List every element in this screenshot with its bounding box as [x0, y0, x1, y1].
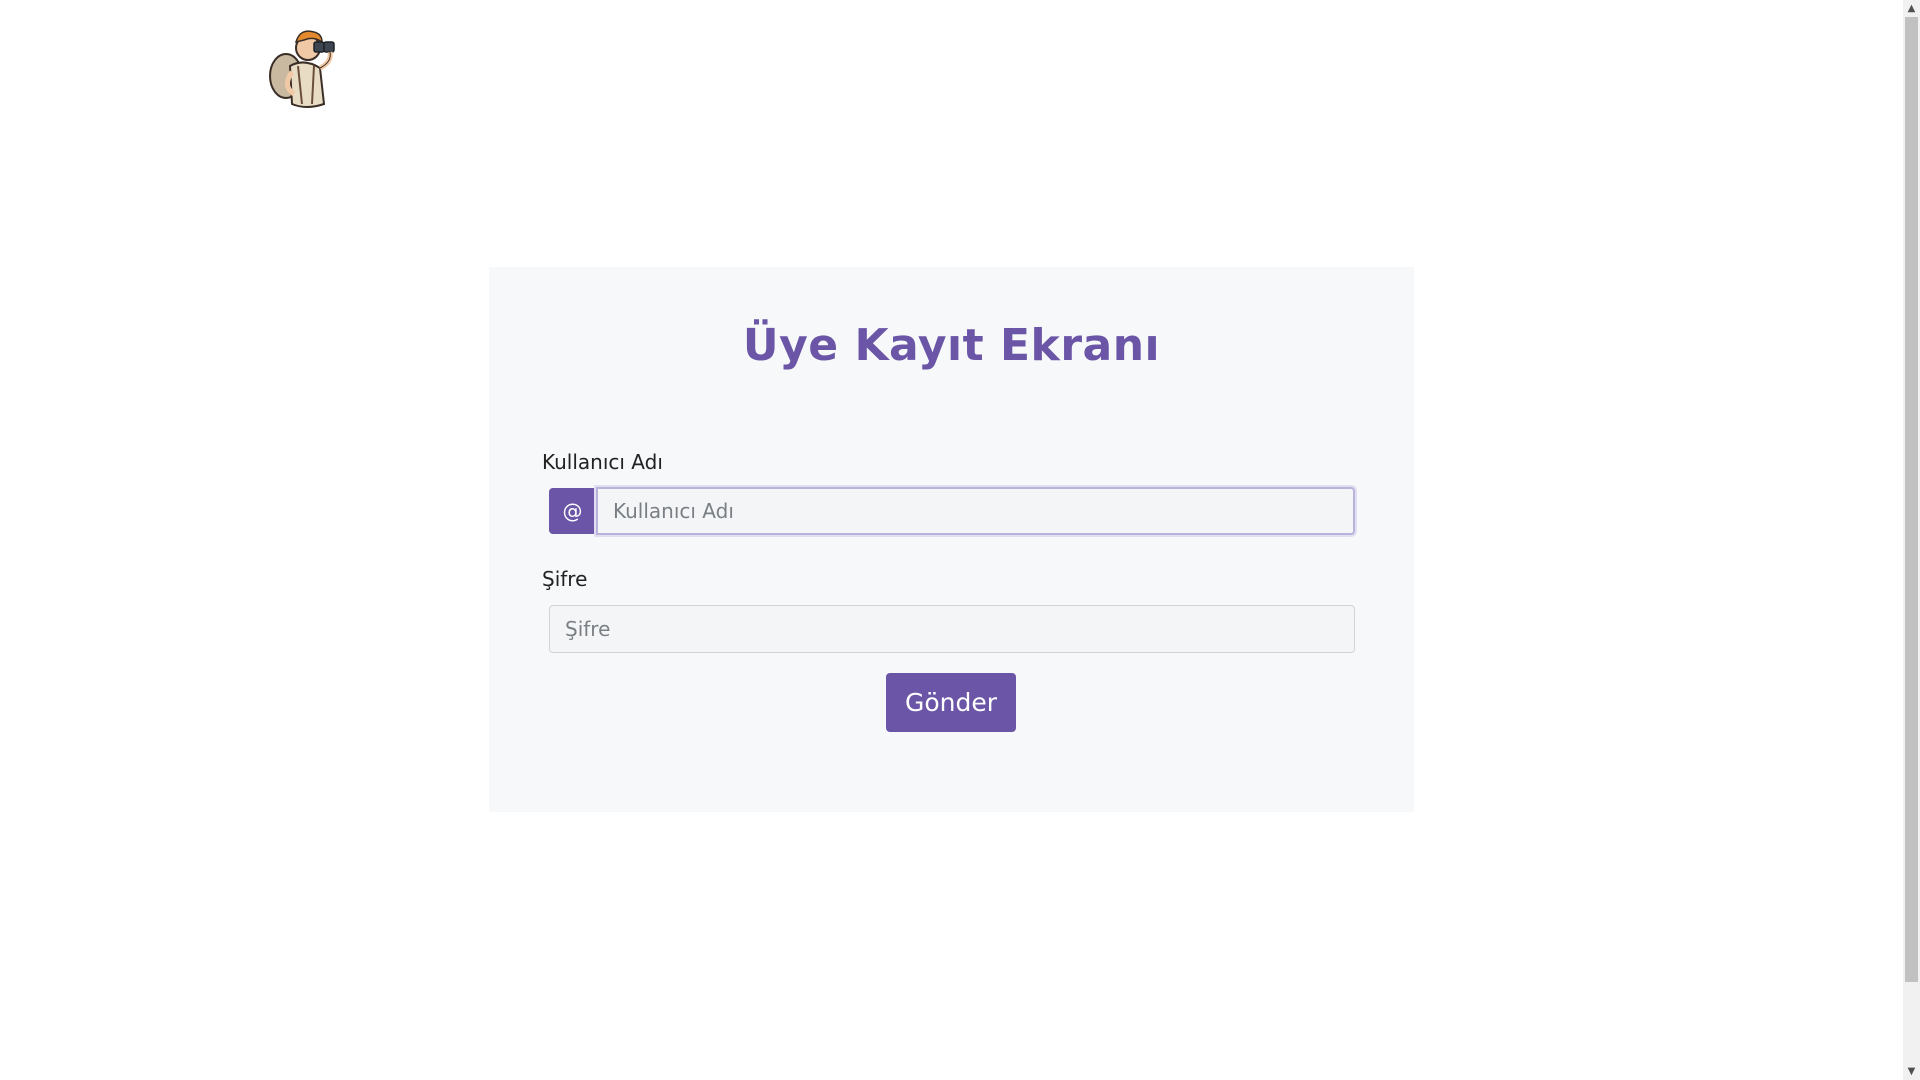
submit-button[interactable]: Gönder: [886, 673, 1016, 732]
password-input[interactable]: [549, 605, 1355, 653]
page: Üye Kayıt Ekranı Kullanıcı Adı @ Şifre G…: [0, 0, 1920, 1080]
scroll-up-icon[interactable]: ▲: [1903, 0, 1920, 17]
at-sign-icon: @: [549, 488, 596, 534]
username-input[interactable]: [596, 487, 1355, 535]
username-input-group: @: [549, 487, 1355, 535]
username-label: Kullanıcı Adı: [542, 450, 663, 474]
scroll-down-icon[interactable]: ▼: [1903, 1063, 1920, 1080]
vertical-scrollbar[interactable]: ▲ ▼: [1903, 0, 1920, 1080]
scrollbar-thumb[interactable]: [1905, 17, 1918, 982]
password-label: Şifre: [542, 567, 588, 591]
explorer-logo-icon[interactable]: [264, 16, 346, 110]
